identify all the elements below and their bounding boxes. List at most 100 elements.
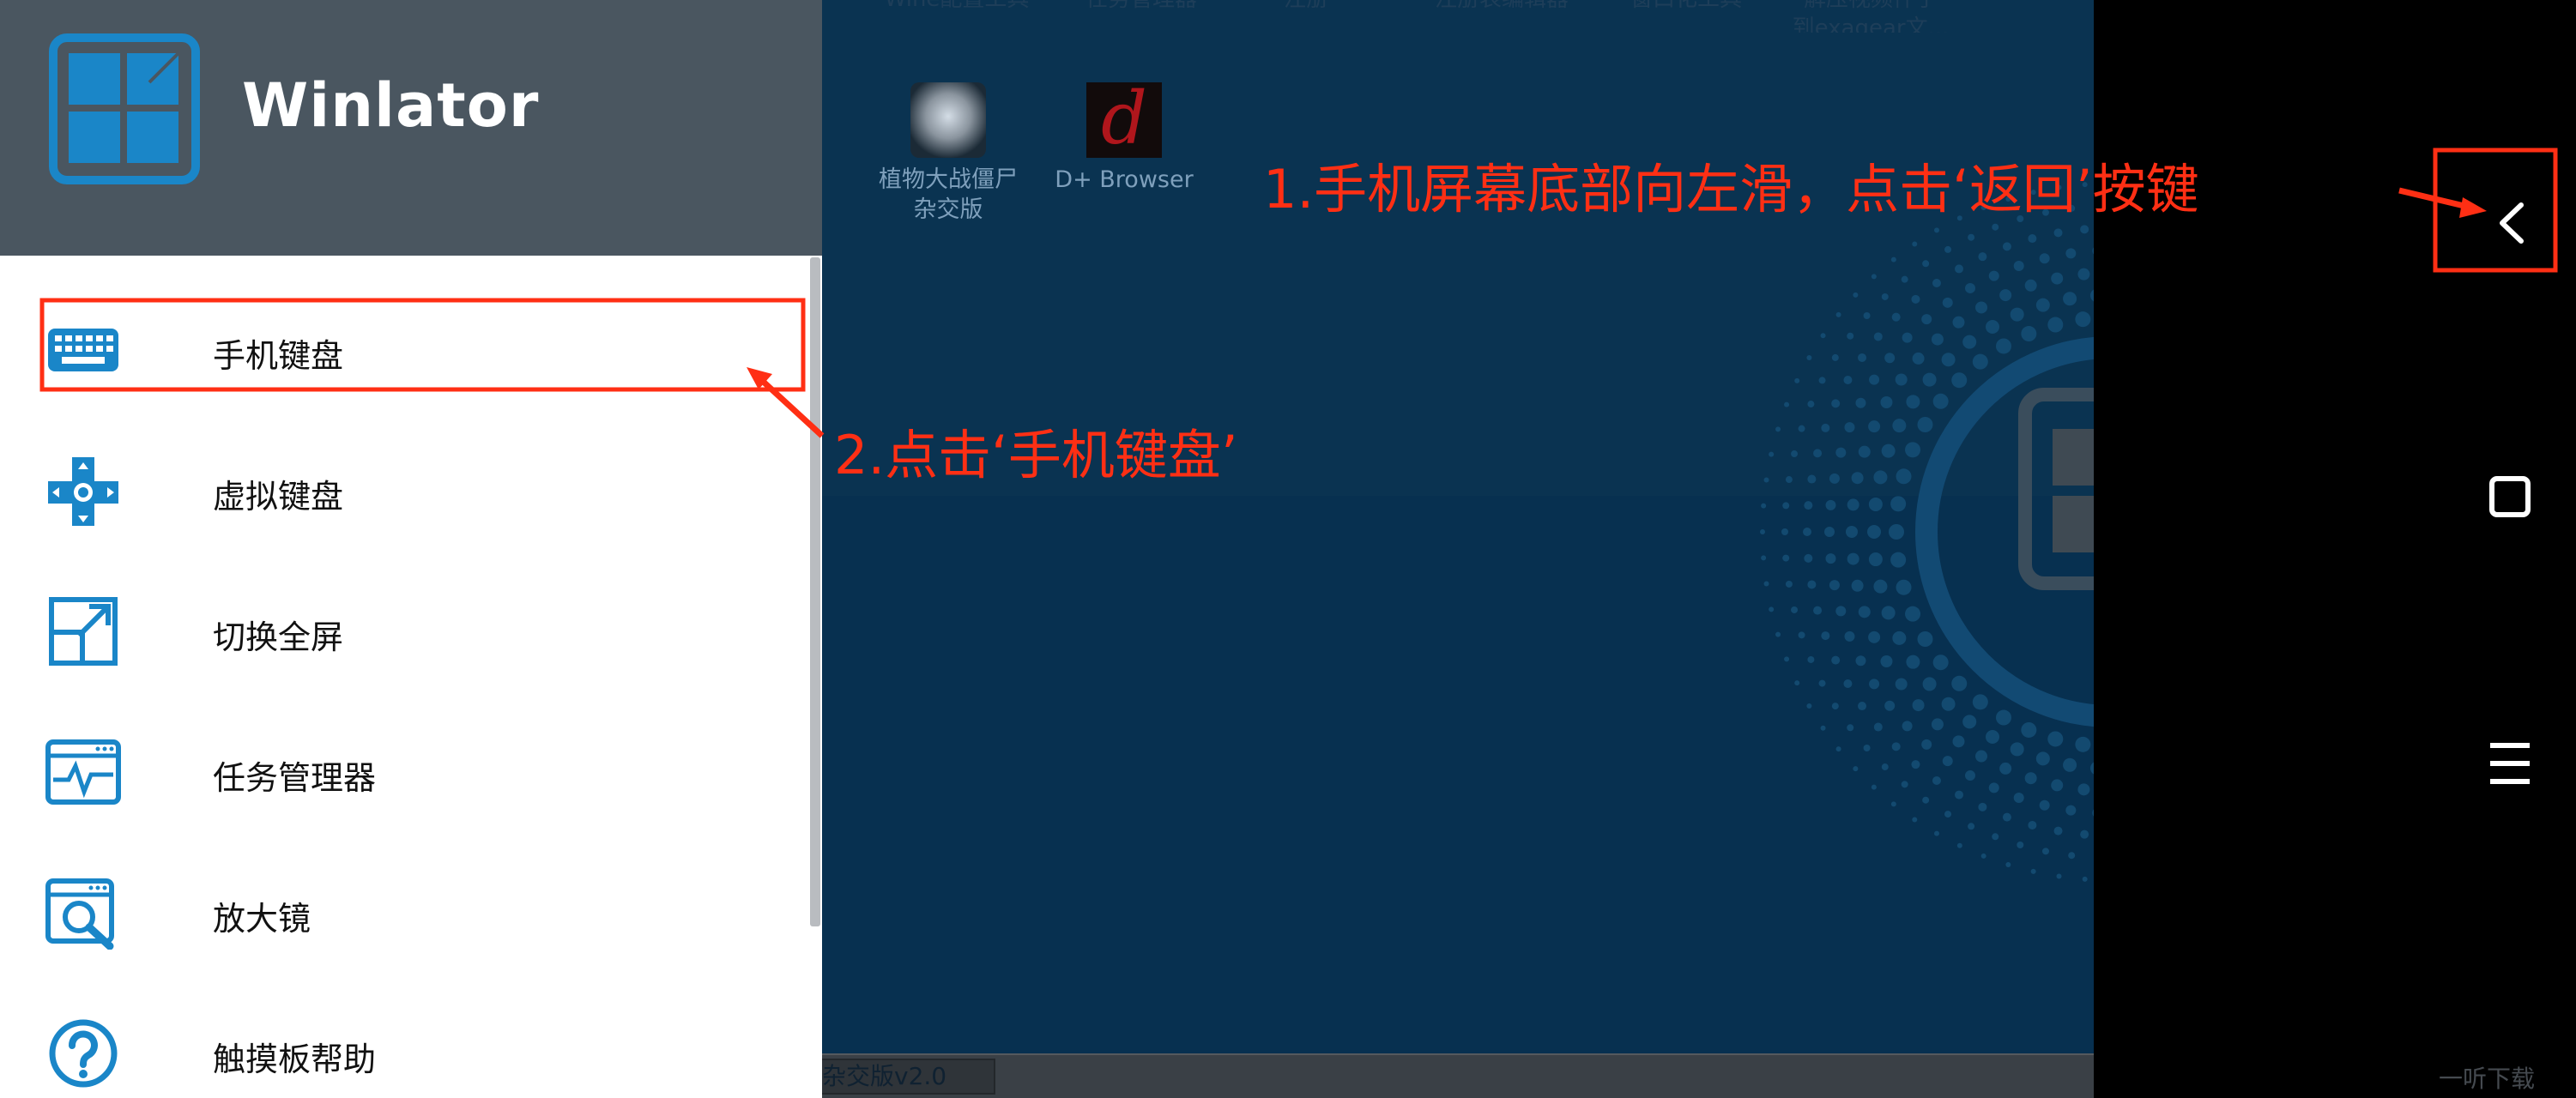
pvz-game-icon [910, 82, 986, 158]
wallpaper-dot [1831, 353, 1839, 361]
wallpaper-dot [1932, 775, 1941, 785]
wallpaper-dot [1881, 763, 1889, 771]
desktop-icon-label[interactable]: Wine配置工具 [862, 0, 1051, 14]
wallpaper-dot [1922, 372, 1937, 387]
wallpaper-dot [2047, 731, 2064, 747]
wallpaper-dot [2013, 792, 2024, 803]
wallpaper-dot [2051, 272, 2064, 285]
wallpaper-dot [1922, 796, 1930, 804]
menu-item-toggle-fullscreen[interactable]: 切换全屏 [0, 566, 807, 695]
menu-item-label: 触摸板帮助 [213, 1041, 377, 1078]
wallpaper-dot [1846, 526, 1858, 538]
wallpaper-dot [1775, 426, 1781, 432]
wallpaper-dot [2021, 721, 2037, 738]
menu-item-magnifier[interactable]: 放大镜 [0, 848, 807, 976]
home-icon[interactable] [2471, 458, 2549, 535]
help-icon [49, 1019, 118, 1088]
wallpaper-dot [1912, 352, 1925, 365]
wallpaper-dot [1807, 655, 1815, 663]
wallpaper-dot [1869, 679, 1880, 690]
wallpaper-dot [1858, 445, 1871, 458]
wallpaper-dot [1869, 374, 1880, 385]
wallpaper-dot [1806, 703, 1812, 709]
wallpaper-dot [1905, 442, 1921, 458]
menu-item-phone-keyboard[interactable]: 手机键盘 [0, 285, 807, 413]
wallpaper-dot [2075, 736, 2091, 752]
wallpaper-dot [1784, 656, 1790, 662]
wallpaper-dot [1912, 699, 1925, 712]
desktop-icon-label[interactable]: 注册 [1212, 0, 1400, 14]
wallpaper-dot [1942, 297, 1953, 308]
wallpaper-dot [1851, 579, 1864, 592]
wallpaper-dot [1794, 680, 1800, 686]
wallpaper-dot [1902, 721, 1913, 732]
gamepad-dpad-icon [48, 457, 118, 526]
wallpaper-dot [1890, 256, 1896, 262]
wallpaper-dot [1884, 700, 1896, 711]
wallpaper-dot [2089, 762, 2094, 775]
desktop-icon-label[interactable]: 注册表编辑器 [1407, 0, 1596, 14]
wallpaper-dot [1844, 422, 1855, 433]
wallpaper-dot [1867, 525, 1881, 539]
desktop-icon-label[interactable]: 任务管理器 [1047, 0, 1236, 14]
wallpaper-dot [1761, 503, 1767, 509]
drawer-scrollbar[interactable] [810, 257, 820, 926]
recents-menu-icon[interactable] [2471, 725, 2549, 802]
wallpaper-dot [1931, 333, 1944, 346]
wallpaper-dot [2051, 779, 2064, 792]
wallpaper-dot [1921, 739, 1932, 750]
wallpaper-dot [1794, 377, 1800, 383]
wallpaper-dot [1932, 279, 1941, 288]
wallpaper-dot [1965, 770, 1975, 781]
wallpaper-dot [1868, 420, 1881, 433]
wallpaper-dot [1847, 552, 1859, 565]
wallpaper-dot [1821, 423, 1830, 432]
wallpaper-dot [1807, 580, 1817, 589]
wallpaper-dot [1912, 817, 1918, 823]
menu-item-task-manager[interactable]: 任务管理器 [0, 707, 807, 836]
wallpaper-dot [1934, 227, 1939, 233]
wallpaper-dot [1829, 473, 1840, 484]
wallpaper-dot [1818, 377, 1826, 384]
wallpaper-dot [1941, 353, 1956, 367]
back-icon[interactable] [2471, 184, 2549, 262]
wallpaper-dot [1975, 750, 1987, 763]
wallpaper-dot [1785, 580, 1793, 588]
wallpaper-dot [1942, 756, 1953, 767]
desktop-icon-d-browser[interactable]: d D+ Browser [1038, 82, 1210, 195]
wallpaper-dot [1972, 694, 1988, 710]
wallpaper-dot [1804, 553, 1813, 563]
wallpaper-dot [1992, 223, 1999, 231]
wallpaper-dot [1881, 443, 1896, 458]
wallpaper-dot [1873, 332, 1883, 341]
desktop-icon-label[interactable]: 解压视频件了 到exagear文... [1776, 0, 1965, 33]
wallpaper-dot [1813, 606, 1823, 615]
wallpaper-dot [1835, 311, 1841, 317]
wallpaper-dot [2065, 805, 2077, 816]
wallpaper-dot [1921, 314, 1932, 325]
wallpaper-dot [1858, 606, 1871, 618]
wallpaper-dot [1785, 476, 1793, 484]
arrow-line-step1 [2398, 187, 2472, 211]
winlator-wallpaper-logo [1760, 182, 2094, 882]
taskbar-item[interactable]: 杂交版v2.0 [815, 1059, 995, 1095]
wallpaper-dot [1761, 555, 1767, 561]
menu-item-touchpad-help[interactable]: 触摸板帮助 [0, 988, 807, 1098]
wallpaper-dot [1853, 292, 1859, 298]
corner-watermark: 一听下载 [2439, 1065, 2536, 1093]
fullscreen-icon [49, 597, 118, 666]
wallpaper-dot [1896, 579, 1912, 595]
wallpaper-dot [2063, 292, 2077, 306]
wallpaper-dot [1912, 241, 1918, 247]
wallpaper-dot [1952, 735, 1965, 748]
wallpaper-dot [1851, 472, 1864, 485]
wallpaper-dot [2053, 228, 2063, 238]
desktop-icon-label[interactable]: 窗口化工具 [1592, 0, 1781, 14]
wallpaper-dot [1873, 470, 1888, 485]
menu-item-virtual-keyboard[interactable]: 虚拟键盘 [0, 425, 807, 554]
wallpaper-dot [1901, 275, 1908, 283]
wallpaper-dot [2053, 826, 2063, 836]
wallpaper-dot [1868, 630, 1881, 643]
wallpaper-dot [1944, 245, 1951, 253]
desktop-icon-pvz[interactable]: 植物大战僵尸 杂交版 [862, 82, 1034, 225]
